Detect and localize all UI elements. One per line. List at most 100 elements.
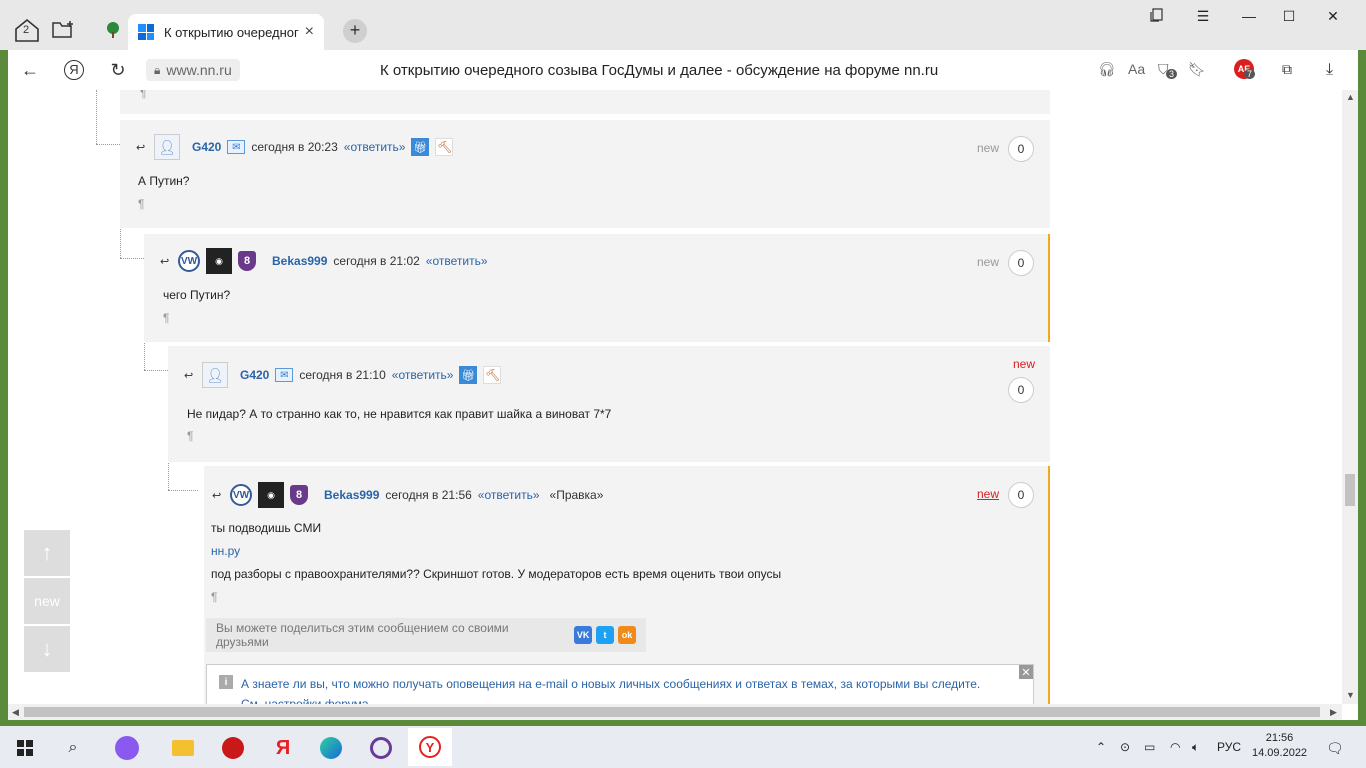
clock[interactable]: 21:56 14.09.2022 xyxy=(1252,731,1307,761)
lock-icon: 🔒︎ xyxy=(154,62,161,77)
scroll-down-arrow-icon[interactable]: ▼ xyxy=(1346,690,1355,700)
rating-counter[interactable]: 0 xyxy=(1008,136,1034,162)
username[interactable]: Bekas999 xyxy=(324,488,379,502)
page-viewport: ¶ ↩ 👤︎ G420 ✉ сегодня в 20:23 «ответить»… xyxy=(8,90,1358,720)
horizontal-scrollbar[interactable]: ◀ ▶ xyxy=(8,704,1342,720)
post-link[interactable]: нн.ру xyxy=(211,544,240,558)
file-explorer-icon[interactable] xyxy=(170,735,196,761)
back-icon[interactable]: ← xyxy=(8,60,52,81)
next-new-button[interactable]: new xyxy=(24,578,70,624)
reply-link[interactable]: «ответить» xyxy=(344,140,406,154)
rating-counter[interactable]: 0 xyxy=(1008,377,1034,403)
close-tip-icon[interactable]: ✕ xyxy=(1019,665,1033,679)
reply-link[interactable]: «ответить» xyxy=(392,368,454,382)
share-panel: Вы можете поделиться этим сообщением со … xyxy=(206,618,646,652)
scroll-up-arrow-icon[interactable]: ▲ xyxy=(1346,92,1355,102)
yandex-icon[interactable]: Я xyxy=(52,60,96,80)
vertical-scrollbar[interactable]: ▲ ▼ xyxy=(1342,90,1358,704)
tree-icon xyxy=(107,22,119,38)
tab-title: К открытию очередного созыва ГосДумы и д… xyxy=(164,24,299,40)
gift-icon[interactable]: 🎁︎ xyxy=(411,138,430,156)
tabs-count: 2 xyxy=(23,24,30,36)
yandex-browser-taskbar-icon[interactable]: Y xyxy=(408,728,452,766)
info-icon: i xyxy=(219,675,233,689)
collections-icon[interactable] xyxy=(1134,8,1180,25)
post-header: ↩ 👤︎ G420 ✉ сегодня в 21:10 «ответить» 🎁… xyxy=(184,362,502,388)
club-logo-icon: ◉ xyxy=(206,248,232,274)
notifications-icon[interactable]: 🗨︎ xyxy=(1326,740,1344,757)
avatar: 👤︎ xyxy=(154,134,180,160)
alice-icon[interactable] xyxy=(114,735,140,761)
collections-panel-icon[interactable]: ⧉ xyxy=(1282,61,1292,78)
mail-icon[interactable]: ✉ xyxy=(275,368,294,382)
share-text: Вы можете поделиться этим сообщением со … xyxy=(216,621,509,649)
wifi-icon[interactable]: ◠ xyxy=(1170,740,1180,754)
windows-taskbar: ⌕ Я Y ⌃ ⊙ ▭ ◠ 🔈︎ РУС 21:56 14.09.2022 🗨︎ xyxy=(0,726,1366,768)
pinned-tab[interactable] xyxy=(96,13,130,47)
new-label: new xyxy=(977,255,1000,269)
new-label[interactable]: new xyxy=(977,487,999,501)
rating-counter[interactable]: 0 xyxy=(1008,482,1034,508)
url-field[interactable]: 🔒︎ www.nn.ru xyxy=(146,59,240,81)
browser-titlebar: 2 К открытию очередного созыва ГосДумы и… xyxy=(0,0,1366,50)
username[interactable]: Bekas999 xyxy=(272,254,327,268)
tray-app-icon[interactable]: ⊙ xyxy=(1120,740,1130,754)
new-tab-button[interactable]: + xyxy=(343,19,367,43)
hammer-icon[interactable]: 🔨︎ xyxy=(483,366,502,384)
username[interactable]: G420 xyxy=(240,368,269,382)
battery-icon[interactable]: ▭ xyxy=(1144,740,1155,754)
twitter-share-icon[interactable]: t xyxy=(596,626,615,644)
close-tab-icon[interactable]: × xyxy=(305,23,314,41)
headphones-icon[interactable]: 🎧︎ xyxy=(1098,61,1116,78)
downloads-icon[interactable]: ⤓ xyxy=(1326,61,1333,79)
protect-icon[interactable]: ⛉ 3 xyxy=(1158,61,1178,79)
extension-badge: 7 xyxy=(1244,69,1256,79)
reply-link[interactable]: «ответить» xyxy=(478,488,540,502)
tabs-counter-button[interactable]: 2 xyxy=(10,13,44,47)
post-text: ты подводишь СМИ xyxy=(211,521,322,535)
eight-badge-icon: 8 xyxy=(238,251,256,271)
windows-start-icon xyxy=(17,740,33,756)
scroll-left-arrow-icon[interactable]: ◀ xyxy=(12,707,19,718)
close-window-icon[interactable]: ✕ xyxy=(1310,8,1356,25)
menu-icon[interactable]: ☰ xyxy=(1180,8,1226,25)
rating-counter[interactable]: 0 xyxy=(1008,250,1034,276)
edge-icon[interactable] xyxy=(318,735,344,761)
reload-icon[interactable]: ↻ xyxy=(96,60,140,81)
language-indicator[interactable]: РУС xyxy=(1217,740,1241,754)
scroll-up-button[interactable]: ↑ xyxy=(24,530,70,576)
previous-post-tail xyxy=(120,90,1050,114)
tree-line xyxy=(96,90,97,144)
reply-arrow-icon[interactable]: ↩ xyxy=(184,369,196,382)
scroll-right-arrow-icon[interactable]: ▶ xyxy=(1330,707,1337,718)
tray-expand-icon[interactable]: ⌃ xyxy=(1096,740,1106,754)
scroll-down-button[interactable]: ↓ xyxy=(24,626,70,672)
reply-arrow-icon[interactable]: ↩ xyxy=(136,141,148,154)
ok-share-icon[interactable]: ok xyxy=(618,626,636,644)
search-icon[interactable]: ⌕ xyxy=(60,735,86,761)
gift-icon[interactable]: 🎁︎ xyxy=(459,366,478,384)
horizontal-scroll-thumb[interactable] xyxy=(24,707,1320,717)
vertical-scroll-thumb[interactable] xyxy=(1345,474,1355,506)
vk-share-icon[interactable]: VK xyxy=(574,626,593,644)
mail-icon[interactable]: ✉ xyxy=(227,140,246,154)
reply-arrow-icon[interactable]: ↩ xyxy=(212,489,224,502)
volume-icon[interactable]: 🔈︎ xyxy=(1192,740,1199,755)
new-tab-group-button[interactable] xyxy=(46,13,80,47)
post-time: сегодня в 21:02 xyxy=(333,254,420,268)
vw-logo-icon: VW xyxy=(230,484,252,506)
active-tab[interactable]: К открытию очередного созыва ГосДумы и д… xyxy=(128,14,324,50)
post-text: под разборы с правоохранителями?? Скринш… xyxy=(211,567,782,581)
reply-arrow-icon[interactable]: ↩ xyxy=(160,255,172,268)
hammer-icon[interactable]: 🔨︎ xyxy=(435,138,454,156)
reader-mode-icon[interactable]: Aa xyxy=(1128,61,1145,77)
game-app-icon[interactable] xyxy=(220,735,246,761)
bookmark-icon[interactable]: 🔖︎ xyxy=(1188,61,1206,78)
start-button[interactable] xyxy=(12,735,38,761)
username[interactable]: G420 xyxy=(192,140,221,154)
reply-link[interactable]: «ответить» xyxy=(426,254,488,268)
maximize-icon[interactable]: ☐ xyxy=(1266,8,1312,25)
yandex-app-icon[interactable]: Я xyxy=(270,735,296,761)
extension-icon[interactable]: AE 7 xyxy=(1234,59,1256,79)
tor-icon[interactable] xyxy=(368,735,394,761)
